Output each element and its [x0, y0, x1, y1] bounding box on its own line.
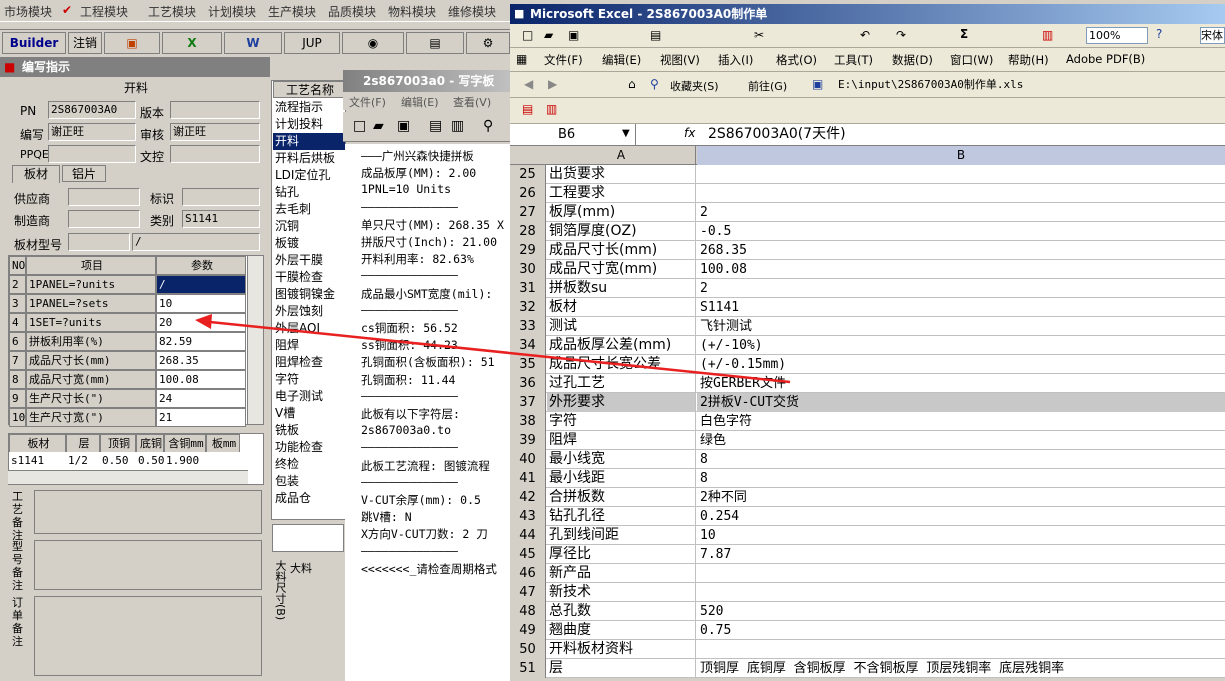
arrow-line: [209, 320, 791, 384]
annotation-arrow: [195, 314, 791, 384]
arrow-head: [195, 314, 212, 329]
